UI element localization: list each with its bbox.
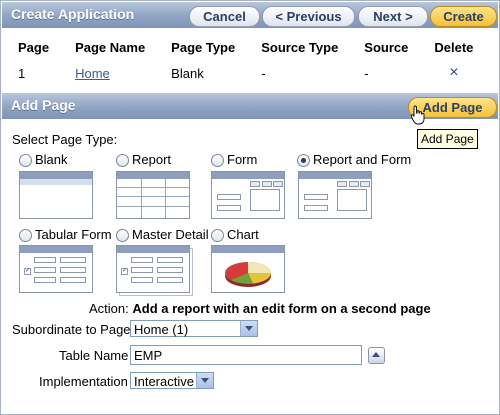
- radio-report-and-form[interactable]: [297, 154, 310, 167]
- hand-cursor-icon: [411, 105, 425, 125]
- table-row: 1 Home Blank - - ×: [10, 61, 489, 85]
- column-header-page: Page: [18, 40, 50, 55]
- radio-master-detail[interactable]: [116, 229, 129, 242]
- subordinate-to-page-select[interactable]: Home (1): [130, 320, 258, 337]
- thumbnail-blank[interactable]: [19, 171, 93, 219]
- pages-table: Page Page Name Page Type Source Type Sou…: [10, 39, 489, 85]
- chevron-down-icon: [240, 321, 257, 336]
- thumbnail-chart[interactable]: [211, 245, 285, 293]
- radio-form[interactable]: [211, 154, 224, 167]
- table-name-label: Table Name: [59, 348, 129, 363]
- radio-blank[interactable]: [19, 154, 32, 167]
- page-number-cell: 1: [18, 65, 26, 81]
- implementation-label: Implementation: [39, 374, 128, 389]
- source-cell: -: [364, 65, 369, 81]
- create-button[interactable]: Create: [430, 6, 497, 27]
- thumbnail-form[interactable]: [211, 171, 285, 219]
- add-page-title: Add Page: [11, 97, 76, 113]
- column-header-source: Source: [364, 40, 409, 55]
- radio-chart[interactable]: [211, 229, 224, 242]
- radio-label-report-and-form: Report and Form: [313, 152, 412, 167]
- window-frame: Create Application Cancel < Previous Nex…: [0, 0, 500, 415]
- pie-chart-icon: [225, 262, 271, 287]
- table-header-row: Page Page Name Page Type Source Type Sou…: [10, 39, 489, 61]
- column-header-delete: Delete: [434, 40, 474, 55]
- add-page-tooltip: Add Page: [417, 129, 478, 149]
- radio-label-form: Form: [227, 152, 258, 167]
- select-page-type-label: Select Page Type:: [12, 132, 118, 147]
- radio-report[interactable]: [116, 154, 129, 167]
- action-line: Action: Add a report with an edit form o…: [89, 301, 431, 316]
- page-type-cell: Blank: [171, 65, 204, 81]
- subordinate-to-page-label: Subordinate to Page: [12, 322, 131, 337]
- column-header-page-name: Page Name: [75, 40, 146, 55]
- action-label: Action:: [89, 301, 129, 316]
- cancel-button[interactable]: Cancel: [189, 6, 260, 27]
- previous-button[interactable]: < Previous: [262, 6, 355, 27]
- implementation-select[interactable]: Interactive: [130, 372, 214, 389]
- table-name-input[interactable]: [130, 345, 362, 365]
- column-header-source-type: Source Type: [261, 40, 339, 55]
- radio-label-report: Report: [132, 152, 172, 167]
- thumbnail-master-detail[interactable]: ✓: [116, 245, 190, 293]
- thumbnail-tabular-form[interactable]: ✓: [19, 245, 93, 293]
- thumbnail-report[interactable]: [116, 171, 190, 219]
- delete-icon[interactable]: ×: [424, 61, 489, 85]
- implementation-value: Interactive: [134, 374, 194, 389]
- page-name-link[interactable]: Home: [75, 66, 110, 81]
- create-application-title: Create Application: [11, 6, 135, 22]
- subordinate-to-page-value: Home (1): [134, 322, 189, 337]
- column-header-page-type: Page Type: [171, 40, 236, 55]
- chevron-down-icon: [196, 373, 213, 388]
- action-text: Add a report with an edit form on a seco…: [132, 301, 431, 316]
- next-button[interactable]: Next >: [358, 6, 428, 27]
- radio-tabular-form[interactable]: [19, 229, 32, 242]
- create-application-header: Create Application Cancel < Previous Nex…: [2, 2, 498, 28]
- radio-label-tabular-form: Tabular Form: [35, 227, 112, 242]
- table-name-lookup-icon[interactable]: [368, 347, 385, 364]
- thumbnail-report-and-form[interactable]: [298, 171, 372, 219]
- radio-label-master-detail: Master Detail: [132, 227, 209, 242]
- source-type-cell: -: [261, 65, 266, 81]
- radio-label-chart: Chart: [227, 227, 259, 242]
- radio-label-blank: Blank: [35, 152, 68, 167]
